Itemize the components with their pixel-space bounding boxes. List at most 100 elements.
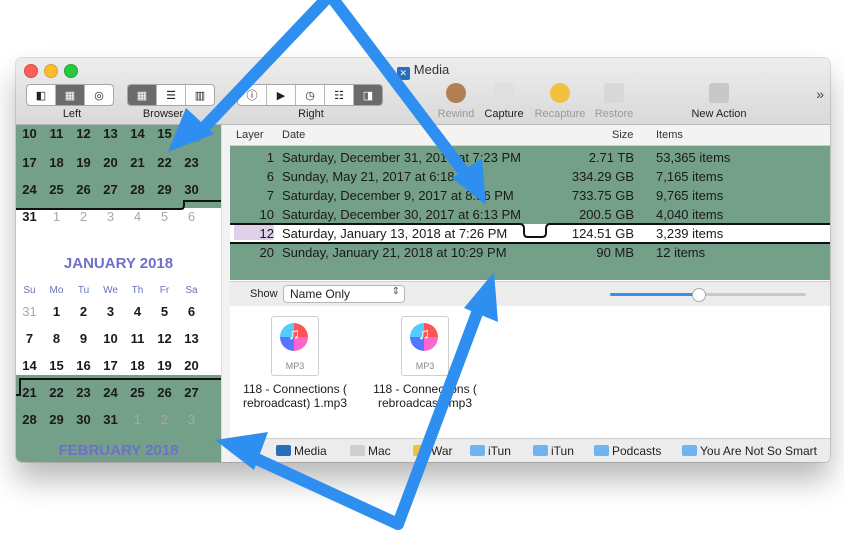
path-segment[interactable]: iTun bbox=[470, 444, 511, 458]
calendar-day[interactable]: 24 bbox=[97, 379, 124, 406]
calendar-day[interactable]: 10 bbox=[16, 125, 43, 147]
calendar-day[interactable]: 4 bbox=[124, 298, 151, 325]
restore-button[interactable]: Restore bbox=[584, 83, 644, 120]
calendar-day[interactable]: 3 bbox=[178, 406, 205, 433]
calendar-day[interactable]: 25 bbox=[43, 176, 70, 203]
capture-button[interactable]: Capture bbox=[474, 83, 534, 120]
calendar-day[interactable]: 29 bbox=[43, 406, 70, 433]
calendar-day[interactable]: 2 bbox=[70, 298, 97, 325]
list-view-icon[interactable]: ☰ bbox=[157, 85, 186, 105]
calendar-day[interactable]: 30 bbox=[70, 406, 97, 433]
calendar-day[interactable]: 26 bbox=[151, 379, 178, 406]
calendar-day[interactable]: 19 bbox=[70, 149, 97, 176]
calendar-day[interactable]: 3 bbox=[97, 203, 124, 230]
calendar-day[interactable]: 11 bbox=[124, 325, 151, 352]
toolbar-overflow-chevron-icon[interactable]: » bbox=[816, 86, 824, 102]
path-segment[interactable]: Media bbox=[276, 444, 327, 458]
calendar-day[interactable]: 20 bbox=[178, 352, 205, 379]
calendar-day[interactable]: 15 bbox=[151, 125, 178, 147]
notes-icon[interactable]: ☷ bbox=[325, 85, 354, 105]
calendar-day[interactable]: 18 bbox=[124, 352, 151, 379]
calendar-day[interactable]: 7 bbox=[16, 325, 43, 352]
calendar-day[interactable]: 6 bbox=[178, 203, 205, 230]
slider-knob[interactable] bbox=[692, 288, 707, 302]
column-header-size[interactable]: Size bbox=[612, 129, 633, 141]
path-segment[interactable]: Podcasts bbox=[594, 444, 661, 458]
calendar-day[interactable]: 6 bbox=[178, 298, 205, 325]
table-row[interactable]: 20 Sunday, January 21, 2018 at 10:29 PM … bbox=[230, 243, 830, 262]
calendar-day[interactable]: 1 bbox=[43, 203, 70, 230]
calendar-day[interactable]: 1 bbox=[43, 298, 70, 325]
info-icon[interactable]: ⓘ bbox=[238, 85, 267, 105]
table-row[interactable]: 1 Saturday, December 31, 2016 at 7:23 PM… bbox=[230, 148, 830, 167]
column-header-items[interactable]: Items bbox=[656, 129, 683, 141]
recapture-button[interactable]: Recapture bbox=[530, 83, 590, 120]
icon-view-icon[interactable]: ▦ bbox=[128, 85, 157, 105]
calendar-day[interactable]: 29 bbox=[151, 176, 178, 203]
calendar-day[interactable]: 3 bbox=[97, 298, 124, 325]
calendar-day[interactable]: 1 bbox=[124, 406, 151, 433]
calendar-day[interactable]: 31 bbox=[16, 203, 43, 230]
calendar-day[interactable]: 18 bbox=[43, 149, 70, 176]
calendar-day[interactable]: 12 bbox=[70, 125, 97, 147]
calendar-day[interactable]: 22 bbox=[151, 149, 178, 176]
calendar-day[interactable]: 22 bbox=[43, 379, 70, 406]
column-view-icon[interactable]: ▥ bbox=[186, 85, 214, 105]
calendar-view-icon[interactable]: ▦ bbox=[56, 85, 85, 105]
column-header-date[interactable]: Date bbox=[282, 129, 305, 141]
path-segment[interactable]: Mac bbox=[350, 444, 391, 458]
calendar-day[interactable]: 14 bbox=[124, 125, 151, 147]
calendar-day[interactable]: 9 bbox=[70, 325, 97, 352]
calendar-day[interactable]: 21 bbox=[124, 149, 151, 176]
left-panel-icon[interactable]: ◧ bbox=[27, 85, 56, 105]
calendar-day[interactable]: 10 bbox=[97, 325, 124, 352]
table-row[interactable]: 10 Saturday, December 30, 2017 at 6:13 P… bbox=[230, 205, 830, 224]
calendar-scrollbar[interactable] bbox=[221, 125, 230, 462]
calendar-day[interactable]: 2 bbox=[151, 406, 178, 433]
calendar-day[interactable]: 23 bbox=[178, 149, 205, 176]
file-item[interactable]: MP3 118 - Connections ( rebroadcast) 1.m… bbox=[230, 316, 360, 410]
calendar-day[interactable]: 12 bbox=[151, 325, 178, 352]
calendar-day[interactable]: 30 bbox=[178, 176, 205, 203]
calendar-day[interactable]: 27 bbox=[97, 176, 124, 203]
table-row[interactable]: 7 Saturday, December 9, 2017 at 8:56 PM … bbox=[230, 186, 830, 205]
calendar-day[interactable]: 13 bbox=[97, 125, 124, 147]
calendar-day[interactable]: 16 bbox=[70, 352, 97, 379]
calendar-day[interactable]: 8 bbox=[43, 325, 70, 352]
path-segment[interactable]: War bbox=[413, 444, 453, 458]
calendar-day[interactable]: 24 bbox=[16, 176, 43, 203]
calendar-day[interactable]: 16 bbox=[178, 125, 205, 147]
calendar-day[interactable]: 5 bbox=[151, 203, 178, 230]
path-segment[interactable]: iTun bbox=[533, 444, 574, 458]
calendar-day[interactable]: 23 bbox=[70, 379, 97, 406]
column-header-layer[interactable]: Layer bbox=[236, 129, 264, 141]
calendar-day[interactable]: 31 bbox=[16, 298, 43, 325]
clock-icon[interactable]: ◷ bbox=[296, 85, 325, 105]
show-select[interactable]: Name Only ⇕ bbox=[283, 285, 405, 303]
disk-icon[interactable]: ◎ bbox=[85, 85, 113, 105]
file-item[interactable]: MP3 118 - Connections ( rebroadcast).mp3 bbox=[360, 316, 490, 410]
calendar-day[interactable]: 2 bbox=[70, 203, 97, 230]
calendar-day[interactable]: 5 bbox=[151, 298, 178, 325]
play-icon[interactable]: ▶ bbox=[267, 85, 296, 105]
calendar-day[interactable]: 14 bbox=[16, 352, 43, 379]
table-row[interactable]: 6 Sunday, May 21, 2017 at 6:18 PM 334.29… bbox=[230, 167, 830, 186]
table-row-selected[interactable]: 12 Saturday, January 13, 2018 at 7:26 PM… bbox=[230, 224, 830, 243]
size-slider[interactable] bbox=[610, 288, 806, 302]
calendar-day[interactable]: 21 bbox=[16, 379, 43, 406]
calendar-day[interactable]: 28 bbox=[16, 406, 43, 433]
calendar-day[interactable]: 26 bbox=[70, 176, 97, 203]
calendar-day[interactable]: 31 bbox=[97, 406, 124, 433]
calendar-day[interactable]: 28 bbox=[124, 176, 151, 203]
calendar-day[interactable]: 15 bbox=[43, 352, 70, 379]
calendar-day[interactable]: 19 bbox=[151, 352, 178, 379]
new-action-button[interactable]: New Action bbox=[684, 83, 754, 120]
calendar-day[interactable]: 20 bbox=[97, 149, 124, 176]
path-segment[interactable]: You Are Not So Smart bbox=[682, 444, 817, 458]
calendar-day[interactable]: 13 bbox=[178, 325, 205, 352]
path-back-icon[interactable]: ‹ › bbox=[232, 444, 243, 458]
sidebar-right-icon[interactable]: ◨ bbox=[354, 85, 382, 105]
calendar-day[interactable]: 17 bbox=[16, 149, 43, 176]
calendar-day[interactable]: 11 bbox=[43, 125, 70, 147]
calendar-day[interactable]: 17 bbox=[97, 352, 124, 379]
